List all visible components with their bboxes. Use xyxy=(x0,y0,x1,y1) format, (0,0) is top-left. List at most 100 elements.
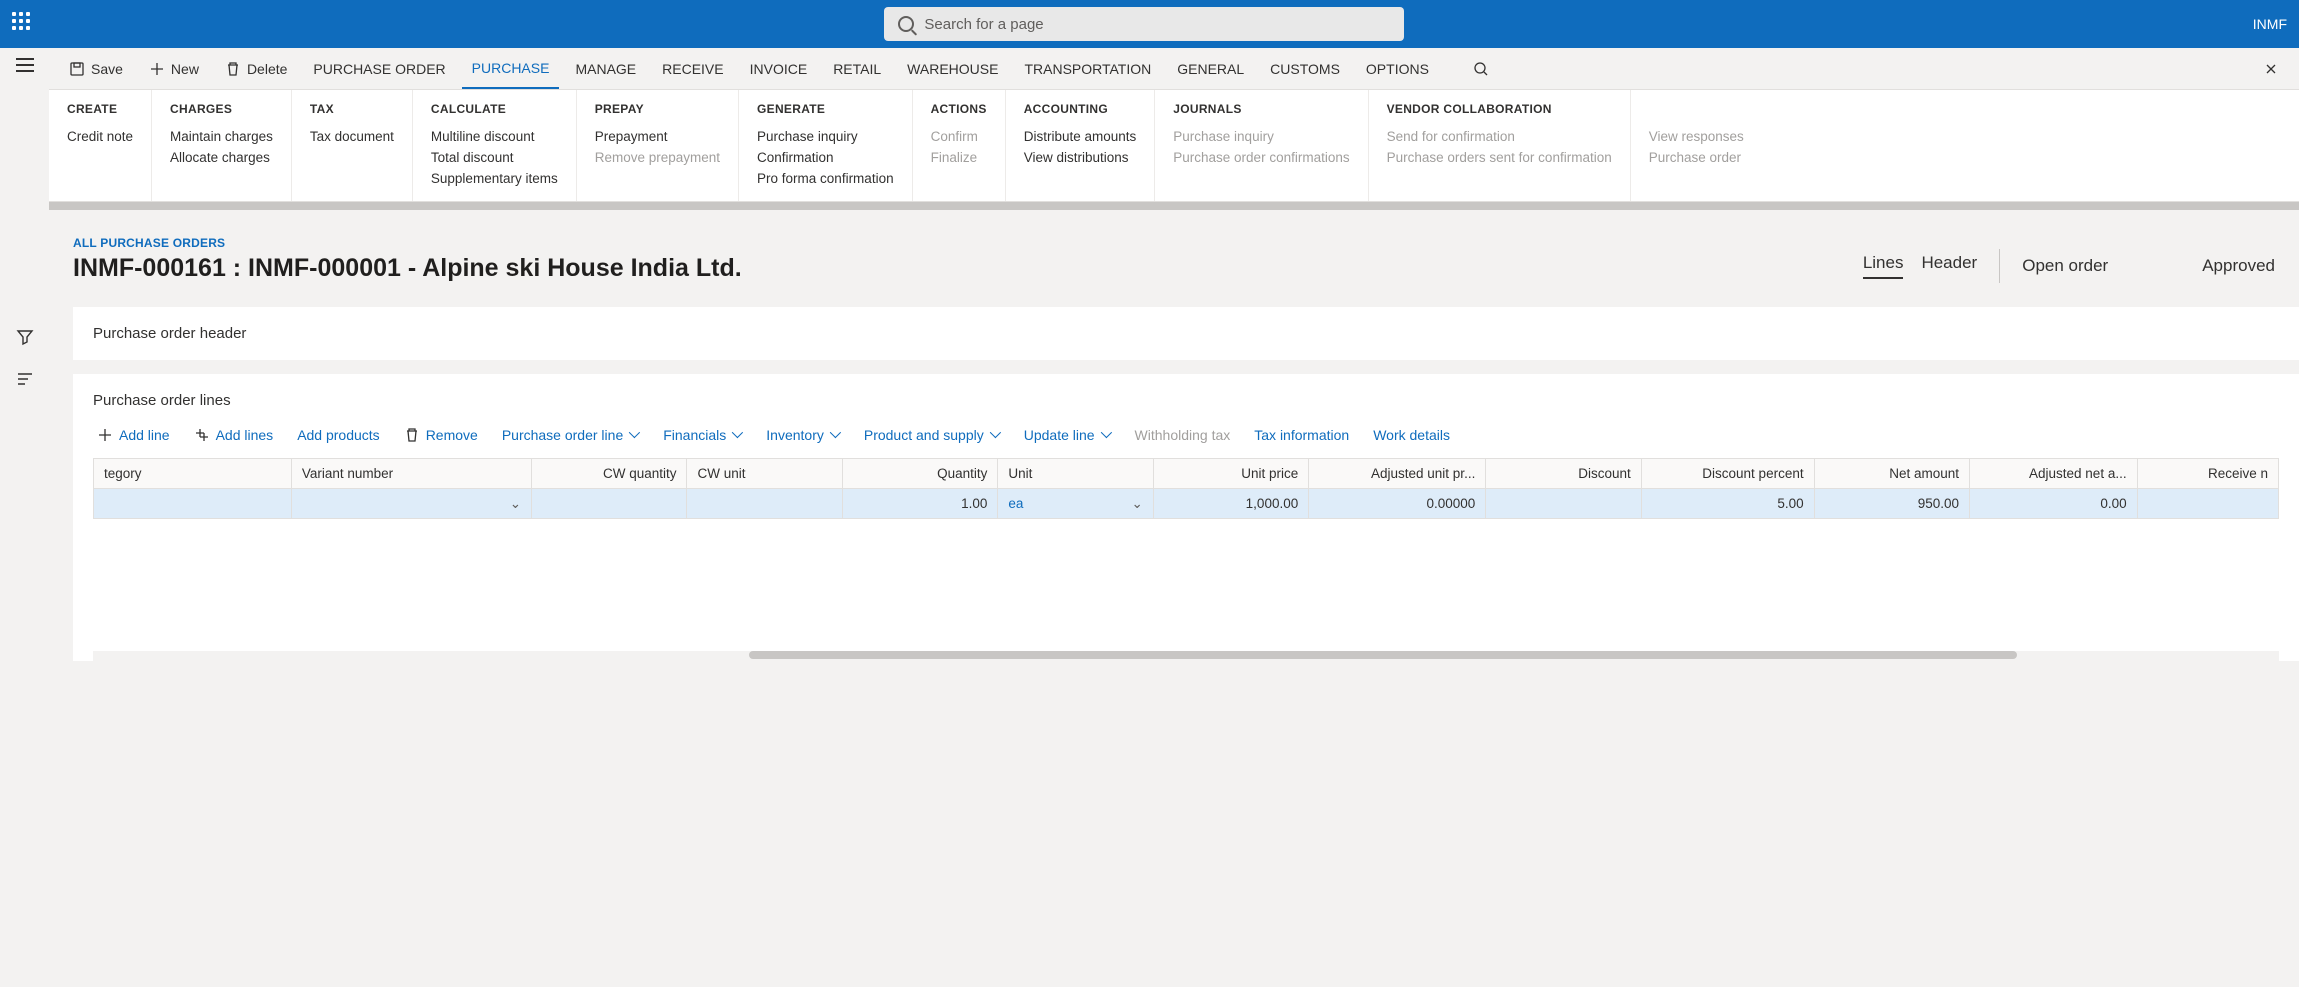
ribbon-item[interactable]: Multiline discount xyxy=(431,126,558,147)
tab-retail[interactable]: RETAIL xyxy=(823,48,891,89)
ribbon-item[interactable]: Pro forma confirmation xyxy=(757,168,894,189)
ribbon-item[interactable]: Total discount xyxy=(431,147,558,168)
ribbon-item[interactable]: View distributions xyxy=(1024,147,1137,168)
cell-receiven[interactable] xyxy=(2137,489,2278,519)
column-header[interactable]: Unit xyxy=(998,459,1153,489)
add-line-button[interactable]: Add line xyxy=(97,427,170,443)
ribbon-group-title: TAX xyxy=(310,102,394,116)
view-header-toggle[interactable]: Header xyxy=(1921,253,1977,277)
ribbon-item[interactable]: Credit note xyxy=(67,126,133,147)
column-header[interactable]: Variant number xyxy=(291,459,531,489)
global-search-input[interactable] xyxy=(884,7,1404,41)
column-header[interactable]: CW quantity xyxy=(532,459,687,489)
ribbon-item[interactable]: Maintain charges xyxy=(170,126,273,147)
order-status[interactable]: Open order xyxy=(2022,256,2108,276)
ribbon-item[interactable]: Prepayment xyxy=(595,126,720,147)
tab-manage[interactable]: MANAGE xyxy=(565,48,646,89)
ribbon-group: CREATECredit note xyxy=(49,90,152,201)
ribbon-item[interactable]: Distribute amounts xyxy=(1024,126,1137,147)
tab-general[interactable]: GENERAL xyxy=(1167,48,1254,89)
column-header[interactable]: Discount percent xyxy=(1641,459,1814,489)
scrollbar-thumb[interactable] xyxy=(749,651,2017,659)
column-header[interactable]: CW unit xyxy=(687,459,842,489)
column-header[interactable]: Discount xyxy=(1486,459,1641,489)
add-products-button[interactable]: Add products xyxy=(297,427,380,443)
ribbon-item[interactable]: Purchase inquiry xyxy=(757,126,894,147)
ribbon-group-title: ACTIONS xyxy=(931,102,987,116)
inventory-menu[interactable]: Inventory xyxy=(766,427,840,443)
delete-button[interactable]: Delete xyxy=(215,48,297,89)
column-header[interactable]: Unit price xyxy=(1153,459,1308,489)
column-header[interactable]: tegory xyxy=(94,459,292,489)
tab-invoice[interactable]: INVOICE xyxy=(740,48,818,89)
tab-customs[interactable]: CUSTOMS xyxy=(1260,48,1350,89)
cell-adjnet[interactable]: 0.00 xyxy=(1970,489,2138,519)
add-lines-button[interactable]: Add lines xyxy=(194,427,274,443)
cell-discount[interactable] xyxy=(1486,489,1641,519)
cell-category[interactable] xyxy=(94,489,292,519)
update-line-menu[interactable]: Update line xyxy=(1024,427,1111,443)
tab-purchase[interactable]: PURCHASE xyxy=(462,49,560,90)
horizontal-scrollbar[interactable] xyxy=(93,651,2279,661)
chevron-down-icon: ⌄ xyxy=(1131,496,1142,512)
add-lines-label: Add lines xyxy=(216,427,274,443)
tab-options[interactable]: OPTIONS xyxy=(1356,48,1439,89)
ribbon-group-title: PREPAY xyxy=(595,102,720,116)
tab-warehouse[interactable]: WAREHOUSE xyxy=(897,48,1008,89)
tab-purchase-order[interactable]: PURCHASE ORDER xyxy=(303,48,455,89)
chevron-down-icon xyxy=(990,430,1000,440)
ribbon-item[interactable]: Tax document xyxy=(310,126,394,147)
financials-menu[interactable]: Financials xyxy=(663,427,742,443)
tab-receive[interactable]: RECEIVE xyxy=(652,48,733,89)
cell-qty[interactable]: 1.00 xyxy=(842,489,997,519)
tax-information-button[interactable]: Tax information xyxy=(1254,427,1349,443)
new-label: New xyxy=(171,61,199,77)
add-line-label: Add line xyxy=(119,427,170,443)
table-row[interactable]: ⌄ 1.00ea⌄1,000.000.00000 5.00950.000.00 xyxy=(94,489,2279,519)
ribbon-group: CALCULATE Multiline discountTotal discoun… xyxy=(413,90,577,201)
nav-expand-button[interactable] xyxy=(16,58,34,72)
ribbon-item: Confirm xyxy=(931,126,987,147)
delete-label: Delete xyxy=(247,61,287,77)
ribbon-item[interactable]: Allocate charges xyxy=(170,147,273,168)
popout-button[interactable] xyxy=(2253,48,2289,89)
find-button[interactable] xyxy=(1463,48,1499,89)
ribbon-group: GENERATEPurchase inquiryConfirmationPro … xyxy=(739,90,913,201)
cell-variant[interactable]: ⌄ xyxy=(291,489,531,519)
column-header[interactable]: Quantity xyxy=(842,459,997,489)
save-button[interactable]: Save xyxy=(59,48,133,89)
breadcrumb[interactable]: ALL PURCHASE ORDERS xyxy=(73,236,1863,250)
po-line-menu[interactable]: Purchase order line xyxy=(502,427,639,443)
cell-adjunit[interactable]: 0.00000 xyxy=(1309,489,1486,519)
column-header[interactable]: Net amount xyxy=(1814,459,1969,489)
app-launcher-icon[interactable] xyxy=(12,12,36,36)
filter-icon[interactable] xyxy=(16,328,34,342)
new-button[interactable]: New xyxy=(139,48,209,89)
column-header[interactable]: Adjusted net a... xyxy=(1970,459,2138,489)
company-indicator[interactable]: INMF xyxy=(2253,16,2287,32)
ribbon-item[interactable]: Supplementary items xyxy=(431,168,558,189)
ribbon-item[interactable]: Confirmation xyxy=(757,147,894,168)
ribbon-group: TAX Tax document xyxy=(292,90,413,201)
save-label: Save xyxy=(91,61,123,77)
work-details-button[interactable]: Work details xyxy=(1373,427,1450,443)
cell-unit[interactable]: ea⌄ xyxy=(998,489,1153,519)
cell-cwqty[interactable] xyxy=(532,489,687,519)
po-line-label: Purchase order line xyxy=(502,427,623,443)
view-lines-toggle[interactable]: Lines xyxy=(1863,253,1904,279)
ribbon-group-title: CALCULATE xyxy=(431,102,558,116)
cell-discpct[interactable]: 5.00 xyxy=(1641,489,1814,519)
remove-line-button[interactable]: Remove xyxy=(404,427,478,443)
cell-cwunit[interactable] xyxy=(687,489,842,519)
cell-netamount[interactable]: 950.00 xyxy=(1814,489,1969,519)
ribbon-item: Purchase inquiry xyxy=(1173,126,1349,147)
product-supply-menu[interactable]: Product and supply xyxy=(864,427,1000,443)
fasttab-po-header[interactable]: Purchase order header xyxy=(73,307,2299,360)
column-header[interactable]: Receive n xyxy=(2137,459,2278,489)
approval-status[interactable]: Approved xyxy=(2202,256,2275,276)
cell-unitprice[interactable]: 1,000.00 xyxy=(1153,489,1308,519)
tab-transportation[interactable]: TRANSPORTATION xyxy=(1014,48,1161,89)
related-info-icon[interactable] xyxy=(16,370,34,384)
column-header[interactable]: Adjusted unit pr... xyxy=(1309,459,1486,489)
ribbon-group-title: ACCOUNTING xyxy=(1024,102,1137,116)
